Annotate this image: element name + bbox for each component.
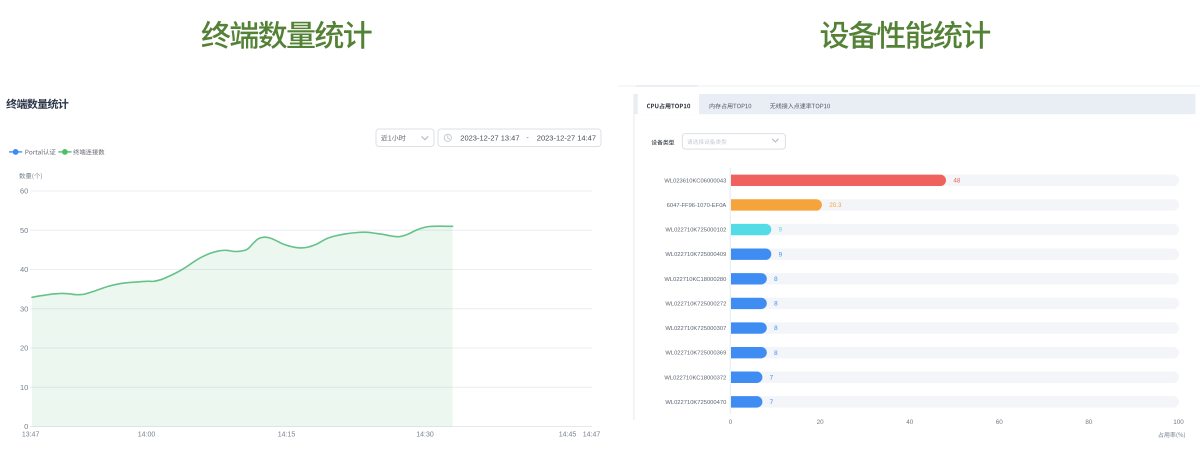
svg-text:WL022710K725000409: WL022710K725000409 <box>665 252 726 258</box>
svg-text:0: 0 <box>24 422 28 431</box>
svg-text:20: 20 <box>817 419 825 426</box>
svg-text:7: 7 <box>770 399 774 406</box>
svg-text:WL022710K725000307: WL022710K725000307 <box>665 326 726 332</box>
svg-text:8: 8 <box>774 301 778 308</box>
svg-text:WL022710K725000470: WL022710K725000470 <box>665 400 726 406</box>
svg-text:40: 40 <box>20 265 28 274</box>
svg-text:10: 10 <box>20 383 28 392</box>
svg-text:30: 30 <box>20 304 28 313</box>
svg-text:WL022710KC18000280: WL022710KC18000280 <box>664 277 726 283</box>
svg-text:13:47: 13:47 <box>22 431 40 438</box>
svg-text:20.3: 20.3 <box>829 202 842 209</box>
svg-text:14:30: 14:30 <box>416 431 434 438</box>
svg-text:6047-FF96-1070-EF0A: 6047-FF96-1070-EF0A <box>667 203 727 209</box>
svg-text:9: 9 <box>779 251 783 258</box>
svg-text:WL022710K725000102: WL022710K725000102 <box>665 228 726 234</box>
svg-text:0: 0 <box>729 419 733 426</box>
svg-text:8: 8 <box>774 350 778 357</box>
svg-text:14:00: 14:00 <box>138 431 156 438</box>
svg-text:8: 8 <box>774 325 778 332</box>
svg-text:WL022710K725000369: WL022710K725000369 <box>665 351 726 357</box>
svg-text:WL022710KC18000372: WL022710KC18000372 <box>664 375 726 381</box>
svg-text:7: 7 <box>770 374 774 381</box>
svg-text:14:45: 14:45 <box>559 431 577 438</box>
svg-text:80: 80 <box>1085 419 1093 426</box>
svg-text:60: 60 <box>20 187 28 196</box>
svg-text:50: 50 <box>20 226 28 235</box>
svg-text:48: 48 <box>953 178 961 185</box>
svg-text:9: 9 <box>779 227 783 234</box>
svg-text:40: 40 <box>906 419 914 426</box>
svg-text:14:47: 14:47 <box>583 431 601 438</box>
svg-text:8: 8 <box>774 276 778 283</box>
svg-text:60: 60 <box>996 419 1004 426</box>
svg-text:20: 20 <box>20 344 28 353</box>
svg-text:2023-12-27 13:47: 2023-12-27 13:47 <box>460 134 519 143</box>
svg-text:100: 100 <box>1173 419 1184 426</box>
svg-text:WL023610KC06000043: WL023610KC06000043 <box>664 178 726 184</box>
svg-text:14:15: 14:15 <box>278 431 296 438</box>
svg-text:2023-12-27 14:47: 2023-12-27 14:47 <box>537 134 596 143</box>
svg-text:WL022710K725000272: WL022710K725000272 <box>665 301 726 307</box>
